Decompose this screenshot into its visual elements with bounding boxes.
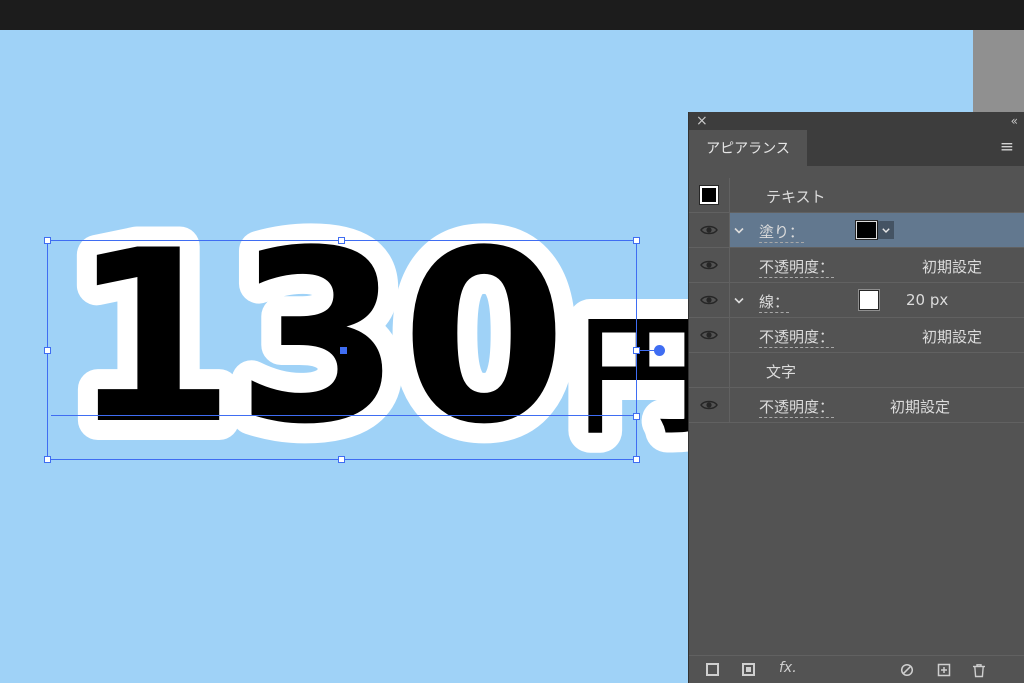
appearance-rows: テキスト 塗り： <box>689 178 1024 423</box>
text-out-port[interactable] <box>654 345 665 356</box>
eye-icon[interactable] <box>700 259 718 271</box>
text-object-thumbnail <box>700 186 718 204</box>
row-label: 文字 <box>766 361 796 382</box>
panel-footer: fx. <box>689 655 1024 683</box>
clear-appearance-icon[interactable] <box>900 663 914 677</box>
text-baseline-path <box>51 415 637 416</box>
collapse-panel-icon[interactable]: « <box>1011 115 1017 127</box>
eye-icon[interactable] <box>700 224 718 236</box>
selection-center-anchor[interactable] <box>340 347 347 354</box>
visibility-cell <box>689 283 730 317</box>
fill-label[interactable]: 塗り： <box>759 221 804 243</box>
chevron-down-icon[interactable] <box>734 297 744 304</box>
fill-color-control[interactable] <box>856 221 894 239</box>
stroke-weight-value: 20 px <box>906 291 948 309</box>
visibility-cell <box>689 248 730 282</box>
thumbnail-cell <box>689 178 730 212</box>
eye-icon[interactable] <box>700 399 718 411</box>
duplicate-item-icon[interactable] <box>937 663 951 677</box>
appearance-row-characters[interactable]: 文字 <box>689 353 1024 388</box>
appearance-row-stroke-opacity[interactable]: 不透明度： 初期設定 <box>689 318 1024 353</box>
visibility-cell <box>689 213 730 247</box>
appearance-row-fill[interactable]: 塗り： <box>689 213 1024 248</box>
visibility-cell <box>689 318 730 352</box>
opacity-label[interactable]: 不透明度： <box>759 396 834 418</box>
opacity-label[interactable]: 不透明度： <box>759 326 834 348</box>
appearance-row-stroke[interactable]: 線： 20 px <box>689 283 1024 318</box>
stroke-color-swatch[interactable] <box>859 290 879 310</box>
selection-handle-bottom-right[interactable] <box>633 456 640 463</box>
eye-icon[interactable] <box>700 294 718 306</box>
pasteboard-area <box>973 30 1024 112</box>
delete-item-icon[interactable] <box>972 663 986 678</box>
appearance-row-fill-opacity[interactable]: 不透明度： 初期設定 <box>689 248 1024 283</box>
close-icon[interactable]: × <box>696 114 708 128</box>
fill-swatch-dropdown[interactable] <box>877 221 894 239</box>
opacity-value: 初期設定 <box>922 256 982 277</box>
chevron-down-icon <box>882 228 890 233</box>
appearance-row-text-object[interactable]: テキスト <box>689 178 1024 213</box>
fill-color-swatch[interactable] <box>856 221 877 239</box>
add-new-fill-icon[interactable] <box>742 663 755 676</box>
selection-handle-bottom-middle[interactable] <box>338 456 345 463</box>
selection-handle-top-left[interactable] <box>44 237 51 244</box>
tab-appearance[interactable]: アピアランス <box>689 130 807 166</box>
panel-menu-icon[interactable]: ≡ <box>1000 138 1014 157</box>
panel-header: × « <box>689 112 1024 130</box>
chevron-down-icon[interactable] <box>734 227 744 234</box>
opacity-value: 初期設定 <box>890 396 950 417</box>
selection-handle-left-middle[interactable] <box>44 347 51 354</box>
selection-handle-right-middle[interactable] <box>633 347 640 354</box>
selection-handle-baseline-right[interactable] <box>633 413 640 420</box>
eye-icon[interactable] <box>700 329 718 341</box>
panel-tab-bar: アピアランス ≡ <box>689 130 1024 166</box>
add-new-stroke-icon[interactable] <box>706 663 719 676</box>
opacity-label[interactable]: 不透明度： <box>759 256 834 278</box>
opacity-value: 初期設定 <box>922 326 982 347</box>
selection-handle-top-right[interactable] <box>633 237 640 244</box>
visibility-cell <box>689 388 730 422</box>
selection-handle-bottom-left[interactable] <box>44 456 51 463</box>
row-label: テキスト <box>766 186 826 207</box>
visibility-cell <box>689 353 730 387</box>
selection-handle-top-middle[interactable] <box>338 237 345 244</box>
stroke-label[interactable]: 線： <box>759 291 789 313</box>
appearance-row-object-opacity[interactable]: 不透明度： 初期設定 <box>689 388 1024 423</box>
appearance-panel: × « アピアランス ≡ テキスト 塗り： <box>688 112 1024 683</box>
menu-bar <box>0 0 1024 30</box>
add-effect-icon[interactable]: fx. <box>779 660 797 676</box>
